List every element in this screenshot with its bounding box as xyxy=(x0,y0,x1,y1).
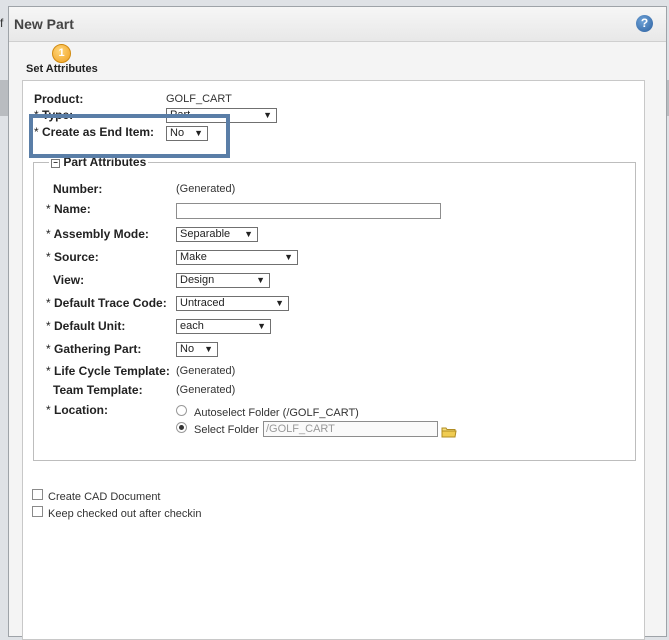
product-label: Product: xyxy=(34,92,84,106)
dropdown-arrow-icon: ▼ xyxy=(284,252,293,262)
gathering-part-select[interactable]: No ▼ xyxy=(176,342,218,357)
step-set-attributes[interactable]: Set Attributes xyxy=(26,63,98,75)
keep-checked-out-label: Keep checked out after checkin xyxy=(48,508,202,520)
name-input[interactable] xyxy=(176,203,441,219)
dialog-title: New Part xyxy=(14,16,74,32)
new-part-dialog: New Part ? 1 Set Attributes Product: GOL… xyxy=(8,6,667,640)
life-cycle-template-label: * Life Cycle Template: xyxy=(46,364,170,378)
select-folder-radio[interactable] xyxy=(176,422,187,433)
create-cad-document-checkbox[interactable] xyxy=(32,489,43,500)
step-1-icon[interactable]: 1 xyxy=(52,44,71,63)
form-content-panel: Product: GOLF_CART * Type: Part ▼ * Creat… xyxy=(22,80,645,640)
create-cad-document-label: Create CAD Document xyxy=(48,491,161,503)
team-template-value: (Generated) xyxy=(176,384,236,396)
product-value: GOLF_CART xyxy=(166,93,232,105)
dropdown-arrow-icon: ▼ xyxy=(256,275,265,285)
team-template-label: Team Template: xyxy=(53,383,143,397)
number-value: (Generated) xyxy=(176,183,236,195)
dropdown-arrow-icon: ▼ xyxy=(275,298,284,308)
keep-checked-out-checkbox[interactable] xyxy=(32,506,43,517)
gathering-part-label: * Gathering Part: xyxy=(46,342,142,356)
select-folder-label: Select Folder xyxy=(194,424,259,436)
default-unit-select[interactable]: each ▼ xyxy=(176,319,271,334)
background-edge-text-left: f xyxy=(0,16,4,30)
default-trace-code-label: * Default Trace Code: xyxy=(46,296,167,310)
dropdown-arrow-icon: ▼ xyxy=(263,110,272,120)
view-select[interactable]: Design ▼ xyxy=(176,273,270,288)
life-cycle-template-value: (Generated) xyxy=(176,365,236,377)
autoselect-folder-radio[interactable] xyxy=(176,405,187,416)
part-attributes-group: − Part Attributes Number: (Generated) * … xyxy=(33,155,636,461)
highlight-box xyxy=(29,114,230,158)
view-label: View: xyxy=(53,273,85,287)
location-label: * Location: xyxy=(46,403,109,417)
source-select[interactable]: Make ▼ xyxy=(176,250,298,265)
number-label: Number: xyxy=(53,182,103,196)
folder-icon[interactable] xyxy=(441,425,457,442)
default-unit-label: * Default Unit: xyxy=(46,319,126,333)
dropdown-arrow-icon: ▼ xyxy=(204,344,213,354)
source-label: * Source: xyxy=(46,250,99,264)
autoselect-folder-label: Autoselect Folder (/GOLF_CART) xyxy=(194,407,359,419)
dropdown-arrow-icon: ▼ xyxy=(257,321,266,331)
dialog-titlebar[interactable]: New Part ? xyxy=(9,7,666,42)
assembly-mode-select[interactable]: Separable ▼ xyxy=(176,227,258,242)
assembly-mode-label: * Assembly Mode: xyxy=(46,227,149,241)
collapse-icon[interactable]: − xyxy=(51,159,60,168)
background-header-strip xyxy=(0,80,8,116)
folder-path-input[interactable]: /GOLF_CART xyxy=(263,421,438,437)
default-trace-code-select[interactable]: Untraced ▼ xyxy=(176,296,289,311)
name-label: * Name: xyxy=(46,202,91,216)
dropdown-arrow-icon: ▼ xyxy=(244,229,253,239)
help-icon[interactable]: ? xyxy=(636,15,653,32)
